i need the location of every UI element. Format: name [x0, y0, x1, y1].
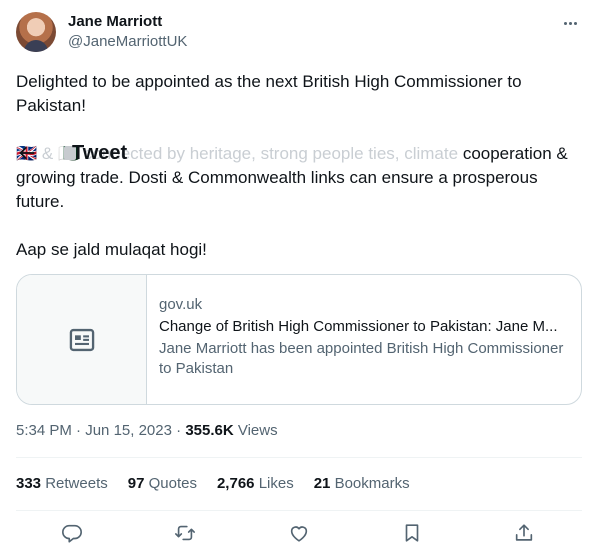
engagement-stats: 333 Retweets 97 Quotes 2,766 Likes 21 Bo… — [16, 474, 410, 494]
bookmark-icon[interactable] — [401, 522, 425, 546]
link-card[interactable]: gov.uk Change of British High Commission… — [16, 274, 582, 405]
share-icon[interactable] — [513, 522, 537, 546]
card-body: gov.uk Change of British High Commission… — [159, 295, 565, 379]
card-domain: gov.uk — [159, 296, 203, 313]
quotes-stat[interactable]: 97 Quotes — [128, 474, 197, 494]
likes-label: Likes — [258, 475, 294, 492]
likes-count: 2,766 — [216, 475, 255, 492]
card-description: Jane Marriott has been appointed British… — [159, 340, 564, 377]
like-icon[interactable] — [288, 522, 312, 546]
bookmarks-stat[interactable]: 21 Bookmarks — [314, 474, 410, 494]
back-arrow-icon[interactable] — [16, 142, 38, 164]
tweet-text-paragraph-1: Delighted to be appointed as the next Br… — [16, 72, 522, 115]
card-title: Change of British High Commissioner to P… — [159, 318, 558, 335]
avatar[interactable] — [16, 12, 56, 52]
retweets-stat[interactable]: 333 Retweets — [16, 474, 108, 494]
tweet-text-paragraph-3: Aap se jald mulaqat hogi! — [16, 240, 207, 259]
card-thumbnail — [17, 275, 147, 404]
tweet-author: Jane Marriott @JaneMarriottUK — [16, 12, 582, 52]
tweet-text-paragraph-2: 🇬🇧 & 🇵🇰 connected by heritage, strong pe… — [16, 142, 582, 214]
tweet-date[interactable]: Jun 15, 2023 — [85, 422, 172, 439]
views-count: 355.6K — [185, 422, 234, 439]
bookmarks-label: Bookmarks — [334, 475, 410, 492]
likes-stat[interactable]: 2,766 Likes — [217, 474, 294, 494]
retweets-label: Retweets — [45, 475, 108, 492]
reply-icon[interactable] — [61, 522, 85, 546]
bookmarks-count: 21 — [313, 475, 331, 492]
divider — [16, 510, 582, 511]
quotes-label: Quotes — [148, 475, 197, 492]
author-handle[interactable]: @JaneMarriottUK — [68, 33, 187, 50]
author-name[interactable]: Jane Marriott — [68, 13, 162, 30]
tweet-text-faded-line: 🇬🇧 & 🇵🇰 connected by heritage, strong pe… — [16, 144, 459, 163]
tweet-time[interactable]: 5:34 PM — [16, 422, 72, 439]
divider — [16, 457, 582, 458]
tweet-meta: 5:34 PM · Jun 15, 2023 · 355.6K Views — [16, 422, 278, 439]
more-icon[interactable] — [558, 12, 582, 34]
retweet-icon[interactable] — [174, 522, 198, 546]
quotes-count: 97 — [127, 475, 145, 492]
article-icon — [69, 328, 94, 351]
retweets-count: 333 — [16, 475, 42, 492]
views-label: Views — [237, 422, 278, 439]
action-bar — [16, 520, 582, 548]
